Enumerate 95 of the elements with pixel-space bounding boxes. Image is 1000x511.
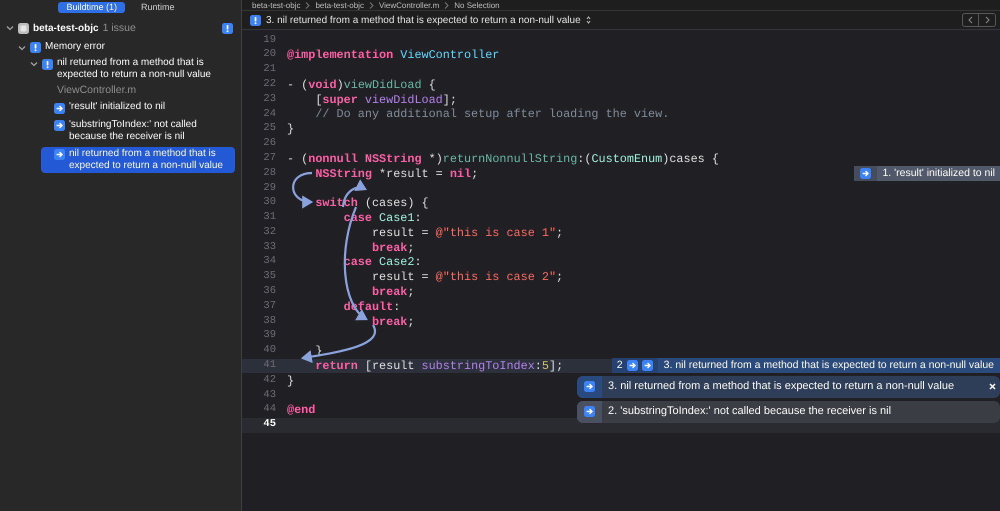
line-number: 37 [262,298,276,314]
step-count: 2 [616,358,623,374]
navigator-tab[interactable]: Runtime [133,2,183,12]
line-number: 31 [262,210,276,226]
annotation-text: 3. nil returned from a method that is expected to return a non-null value [662,358,995,374]
annotation-text: 1. 'result' initialized to nil [881,166,996,181]
line-number: 19 [262,32,276,48]
separator-chevron-icon [305,2,310,8]
line-number: 36 [262,284,276,300]
code-line: } [286,374,294,388]
issue-step-annotation[interactable]: 1. 'result' initialized to nil [854,166,1000,182]
item-label: nil returned from a method that is expected to return a non-null value [69,148,224,172]
code-line: @end [286,403,316,418]
error-badge-icon [42,58,53,70]
control-flow-arrow [292,172,314,208]
error-badge-icon [222,23,233,34]
code-line: - (void)viewDidLoad { [286,78,436,92]
issue-count: 1 issue [102,21,136,36]
breadcrumb-item[interactable]: ViewController.m [378,0,440,10]
breadcrumb-item[interactable]: beta-test-objc [315,0,364,10]
issue-title[interactable]: 3. nil returned from a method that is expected to return a non-null value [266,12,581,28]
chevron-left-icon[interactable] [968,16,973,24]
code-line: break; [370,314,414,329]
separator-chevron-icon [368,2,374,8]
separator-chevron-icon [444,2,450,8]
code-line: } [286,122,294,136]
project-icon [18,22,29,34]
up-down-chevron-icon[interactable] [586,16,591,24]
code-line: NSString *result = nil; [314,166,478,181]
code-line: @implementation ViewController [286,48,500,62]
code-line: result = @"this is case 1"; [370,226,564,240]
line-number: 40 [262,343,276,358]
issue-step-item[interactable]: 'substringToIndex:' not called because the receiver is nil [41,118,235,144]
line-number: 33 [262,240,276,255]
arrow-badge-icon [642,360,653,372]
step-text: 3. nil returned from a method that is expected to return a non-null value [607,379,956,394]
item-label: nil returned from a method that is expected to return a non-null value [57,57,212,82]
line-number: 39 [262,328,276,344]
issue-row[interactable]: nil returned from a method that is expected to return a non-null value ViewController.m [29,56,235,98]
breadcrumb-item[interactable]: No Selection [454,0,500,10]
previous-next-control[interactable] [962,13,996,27]
issue-annotation[interactable]: 2 3. nil returned from a method that is expected to return a non-null value [612,358,1000,374]
code-line: [super viewDidLoad]; [314,92,457,107]
line-number: 29 [262,180,276,196]
line-number: 22 [262,76,276,92]
issue-step-item[interactable]: 3. nil returned from a method that is expected to return a non-null value [577,376,1000,398]
line-number: 20 [262,47,276,62]
line-number: 23 [262,92,276,107]
line-number: 25 [262,121,276,136]
step-text: 2. 'substringToIndex:' not called because the receiver is nil [607,404,892,420]
line-number: 28 [262,166,276,181]
issue-step-item[interactable]: 'result' initialized to nil [41,100,235,115]
code-line: // Do any additional setup after loading the view. [314,107,670,122]
line-number: 21 [262,62,276,78]
disclosure-chevron-icon[interactable] [6,24,14,32]
line-number: 26 [262,136,276,152]
arrow-step-icon [54,120,65,132]
code-line: break; [370,284,414,299]
code-line: result = @"this is case 2"; [370,270,564,284]
line-number: 34 [262,254,276,270]
line-number: 42 [262,372,276,388]
arrow-step-icon [54,102,65,114]
line-number: 32 [262,224,276,240]
breadcrumb-item[interactable]: beta-test-objc [252,0,300,10]
arrow-badge-icon [626,360,638,372]
code-line: - (nonnull NSString *)returnNonnullString:(CustomEnum)cases { [286,152,719,166]
line-number: 44 [262,402,276,418]
close-icon[interactable] [989,383,996,390]
arrow-step-icon [54,149,65,160]
chevron-right-icon[interactable] [984,16,990,24]
arrow-badge-icon [584,406,595,418]
item-label: 'result' initialized to nil [69,101,166,114]
error-badge-icon [30,42,41,54]
line-number: 38 [262,314,276,329]
item-label: Memory error [45,40,106,53]
item-label: 'substringToIndex:' not called because the receiver is nil [69,118,198,143]
line-number: 41 [262,358,276,374]
issue-row[interactable]: Memory error [17,40,235,54]
line-number: 43 [262,388,276,403]
file-name: ViewController.m [57,84,138,96]
line-number: 30 [262,195,276,210]
project-row[interactable]: beta-test-objc 1 issue [5,20,235,38]
navigator-tab[interactable]: Buildtime (1) [58,2,125,12]
code-line: break; [370,240,414,255]
line-number: 35 [262,269,276,284]
line-number: 24 [262,106,276,122]
error-badge-icon [250,14,261,26]
issue-step-item[interactable]: 2. 'substringToIndex:' not called because the receiver is nil [577,400,1000,423]
issue-step-item[interactable]: nil returned from a method that is expected to return a non-null value [41,146,235,173]
code-line: return [result substringToIndex:5]; [314,358,564,373]
item-label: beta-test-objc [33,22,99,35]
line-number: 27 [262,150,276,166]
arrow-badge-icon [584,381,595,392]
arrow-badge-icon [860,168,872,180]
line-number: 45 [262,417,276,432]
